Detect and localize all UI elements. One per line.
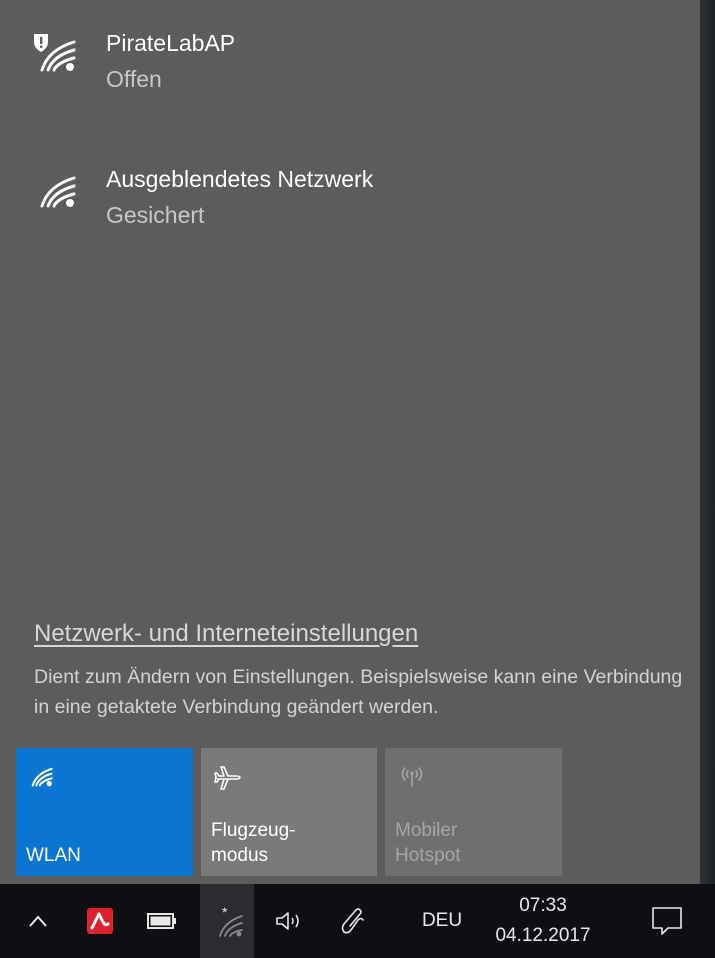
pen-icon[interactable] [330, 884, 374, 958]
network-name: Ausgeblendetes Netzwerk [106, 166, 374, 192]
taskbar: * DEU 07:33 04.12.2017 [0, 884, 715, 958]
airplane-mode-label: Flugzeug- modus [211, 820, 296, 866]
battery-icon[interactable] [142, 884, 182, 958]
network-settings-link[interactable]: Netzwerk- und Interneteinstellungen [34, 620, 418, 648]
wlan-label: WLAN [26, 845, 81, 866]
volume-icon[interactable] [268, 884, 312, 958]
network-settings-description: Dient zum Ändern von Einstellungen. Beis… [34, 666, 683, 718]
avira-icon[interactable] [80, 884, 120, 958]
network-flyout: PirateLabAP Offen Ausgeblendetes Netzwer… [0, 0, 700, 884]
airplane-mode-tile[interactable]: Flugzeug- modus [201, 748, 377, 876]
mobile-hotspot-label: Mobiler Hotspot [395, 820, 461, 866]
clock-time: 07:33 [519, 895, 567, 916]
svg-text:*: * [222, 904, 228, 920]
clock[interactable]: 07:33 04.12.2017 [488, 884, 598, 958]
hotspot-icon [401, 767, 423, 787]
airplane-icon [214, 766, 241, 790]
input-language-indicator[interactable]: DEU [412, 884, 472, 958]
action-center-icon[interactable] [642, 884, 692, 958]
wifi-open-warning-icon [34, 34, 76, 72]
wifi-icon [40, 176, 76, 208]
network-icon[interactable]: * [200, 884, 254, 958]
network-item-hidden[interactable]: Ausgeblendetes Netzwerk Gesichert [0, 144, 690, 240]
wifi-icon [31, 767, 53, 787]
network-status: Offen [106, 66, 162, 92]
wlan-toggle-tile[interactable]: WLAN [16, 748, 193, 876]
network-status: Gesichert [106, 202, 205, 228]
network-name: PirateLabAP [106, 30, 236, 56]
chevron-up-icon[interactable] [18, 884, 58, 958]
network-item-piratelabap[interactable]: PirateLabAP Offen [0, 8, 690, 104]
mobile-hotspot-tile[interactable]: Mobiler Hotspot [385, 748, 562, 876]
clock-date: 04.12.2017 [495, 925, 591, 946]
